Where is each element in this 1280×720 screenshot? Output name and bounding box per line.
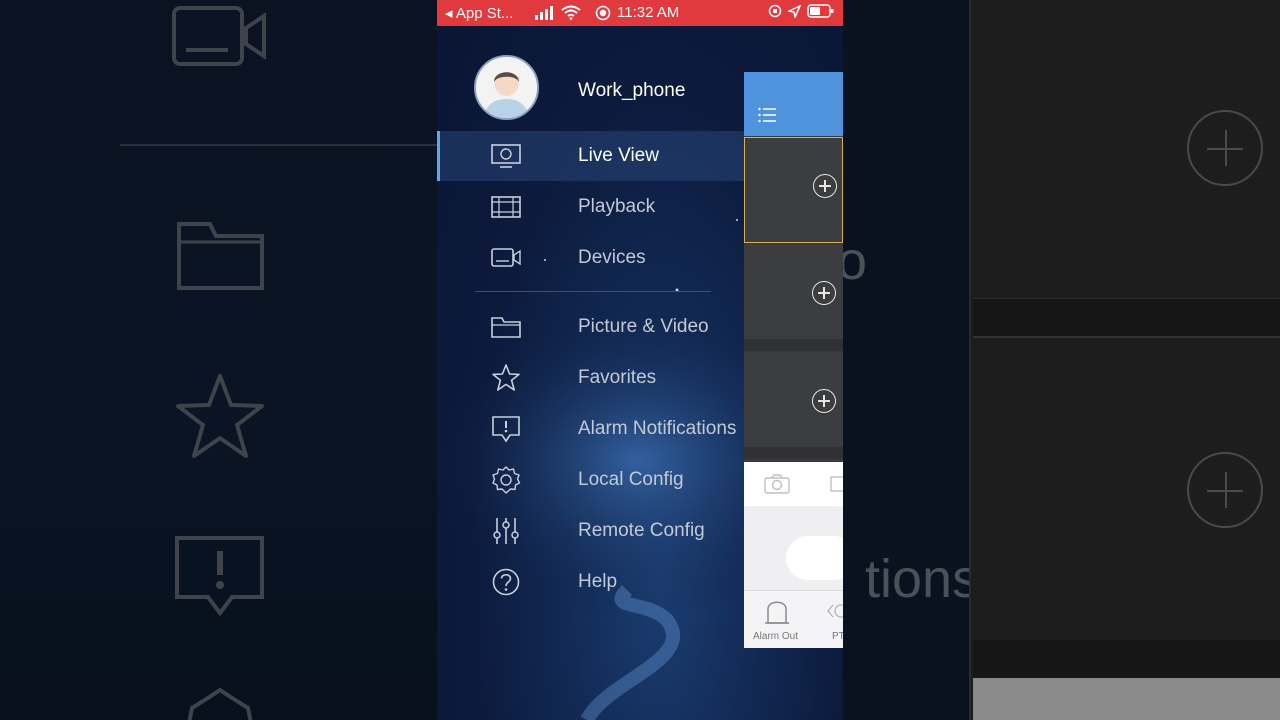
- gear-icon: [492, 466, 521, 494]
- menu-label: Help: [578, 571, 618, 592]
- add-camera-icon[interactable]: [812, 281, 836, 305]
- recording-icon: [595, 5, 611, 21]
- user-avatar-icon: [476, 57, 537, 118]
- menu-label: Playback: [578, 196, 656, 217]
- tab-label: PT: [832, 631, 843, 642]
- menu-item-favorites[interactable]: Favorites: [437, 353, 744, 403]
- signal-icon: [535, 6, 553, 20]
- camera-icon: [172, 6, 266, 66]
- ptz-icon: [827, 604, 843, 618]
- control-pill[interactable]: [786, 536, 843, 580]
- add-camera-icon[interactable]: [813, 174, 837, 198]
- battery-icon: [807, 4, 834, 18]
- back-to-app-link[interactable]: ◂ App St...: [445, 4, 513, 22]
- live-view-header: [744, 72, 843, 136]
- username[interactable]: Work_phone: [578, 80, 685, 102]
- rotation-lock-icon: [768, 4, 782, 18]
- menu-label: Local Config: [578, 469, 684, 490]
- menu-item-remote-config[interactable]: Remote Config: [437, 506, 744, 556]
- alarm-icon: [175, 536, 264, 617]
- live-view-window[interactable]: [744, 353, 843, 459]
- avatar[interactable]: [474, 55, 539, 120]
- status-time: 11:32 AM: [617, 4, 680, 21]
- film-icon: [491, 196, 521, 218]
- camera-icon: [491, 248, 521, 267]
- live-view-toolbar: [744, 462, 843, 506]
- menu-divider: [475, 291, 711, 292]
- background-left-blur: [0, 0, 437, 720]
- star-icon: [492, 364, 520, 391]
- menu-label: Picture & Video: [578, 316, 709, 337]
- star-icon: [176, 374, 264, 458]
- menu-item-help[interactable]: Help: [437, 557, 744, 607]
- menu-item-devices[interactable]: Devices: [437, 233, 744, 283]
- menu-label: Devices: [578, 247, 646, 268]
- menu-label: Live View: [578, 145, 659, 166]
- live-view-window[interactable]: [744, 245, 843, 351]
- gear-icon: [187, 688, 253, 720]
- record-icon[interactable]: [830, 476, 843, 492]
- background-mid-blur: o tions: [843, 0, 969, 720]
- blur-bar: [973, 640, 1280, 678]
- menu-label: Alarm Notifications: [578, 418, 737, 439]
- background-divider: [120, 144, 437, 146]
- siren-icon: [765, 601, 789, 624]
- plus-icon: [1187, 452, 1263, 528]
- live-view-window[interactable]: [744, 137, 843, 243]
- menu-item-playback[interactable]: Playback: [437, 182, 744, 232]
- screen: o tions ◂ App St... 11:32 AM Work_phone …: [0, 0, 1280, 720]
- plus-icon: [1187, 110, 1263, 186]
- location-icon: [788, 4, 801, 18]
- tab-alarm-out[interactable]: Alarm Out: [744, 591, 810, 649]
- ghost-text-tions: tions: [865, 549, 969, 609]
- alarm-icon: [492, 416, 520, 443]
- background-right-blur: [969, 0, 1280, 720]
- menu-item-local-config[interactable]: Local Config: [437, 455, 744, 505]
- list-icon[interactable]: [758, 107, 776, 123]
- live-view-panel[interactable]: Alarm Out PT: [744, 72, 843, 648]
- add-camera-icon[interactable]: [812, 389, 836, 413]
- help-icon: [492, 568, 520, 596]
- menu-item-alarm-notifications[interactable]: Alarm Notifications: [437, 404, 744, 454]
- blur-bottom: [973, 678, 1280, 720]
- bottom-tab-bar: Alarm Out PT: [744, 590, 843, 648]
- ghost-text-o: o: [843, 231, 868, 291]
- sliders-icon: [493, 518, 519, 544]
- monitor-icon: [491, 144, 521, 168]
- menu-item-picture-video[interactable]: Picture & Video: [437, 302, 744, 352]
- tab-label: Alarm Out: [753, 631, 799, 642]
- blur-bar: [973, 298, 1280, 338]
- folder-icon: [177, 222, 264, 290]
- menu-item-live-view[interactable]: Live View: [437, 131, 744, 181]
- wifi-icon: [561, 5, 581, 20]
- window-bar: [744, 447, 843, 459]
- window-bar: [744, 339, 843, 351]
- menu-label: Favorites: [578, 367, 657, 388]
- menu-label: Remote Config: [578, 520, 705, 541]
- phone-screen: ◂ App St... 11:32 AM Work_phone Live Vie…: [437, 0, 843, 720]
- status-right: [768, 4, 835, 18]
- status-bar: ◂ App St... 11:32 AM: [437, 0, 843, 26]
- tab-ptz[interactable]: PT: [824, 591, 843, 649]
- capture-icon[interactable]: [764, 474, 790, 494]
- folder-icon: [491, 317, 521, 338]
